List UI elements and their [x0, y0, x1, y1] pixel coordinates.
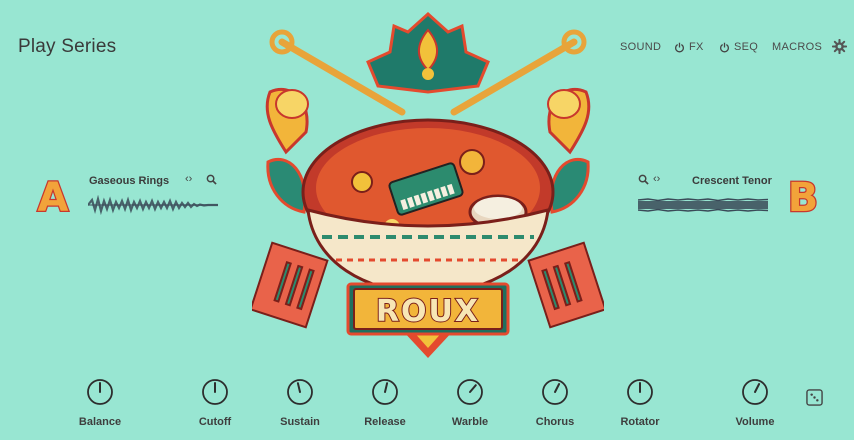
knob-volume[interactable] — [740, 377, 770, 407]
nav-sound-tab[interactable]: SOUND — [620, 41, 661, 53]
dice-icon[interactable] — [806, 389, 823, 406]
knob-chorus[interactable] — [540, 377, 570, 407]
knob-rotator[interactable] — [625, 377, 655, 407]
layer-b-badge: B — [780, 174, 826, 224]
search-icon[interactable] — [206, 174, 217, 185]
layer-a-badge: A — [30, 174, 76, 224]
knob-label: Cutoff — [198, 416, 232, 428]
roux-artwork: ROUX — [252, 12, 604, 358]
app-title: Play Series — [18, 36, 117, 57]
power-icon[interactable] — [719, 42, 730, 53]
roux-logo-text: ROUX — [376, 294, 480, 329]
layer-b-prev-next-icon[interactable]: ‹› — [653, 173, 660, 185]
gear-icon[interactable] — [832, 39, 847, 54]
knob-label: Release — [364, 416, 406, 428]
nav-fx-label: FX — [689, 41, 704, 53]
knob-label: Sustain — [280, 416, 320, 428]
knob-cutoff[interactable] — [200, 377, 230, 407]
nav-macros-tab[interactable]: MACROS — [772, 41, 822, 53]
knob-label: Rotator — [620, 416, 660, 428]
knob-warble[interactable] — [455, 377, 485, 407]
nav-fx-tab[interactable]: FX — [674, 41, 704, 53]
nav-seq-tab[interactable]: SEQ — [719, 41, 758, 53]
layer-b-letter: B — [788, 177, 819, 217]
knob-sustain[interactable] — [285, 377, 315, 407]
layer-a-waveform — [88, 195, 218, 215]
nav-sound-label: SOUND — [620, 41, 662, 53]
layer-a-prev-next-icon[interactable]: ‹› — [185, 173, 192, 185]
knob-label: Balance — [78, 416, 122, 428]
nav-seq-label: SEQ — [734, 41, 759, 53]
knob-label: Warble — [451, 416, 489, 428]
knob-balance[interactable] — [85, 377, 115, 407]
knob-label: Chorus — [535, 416, 575, 428]
layer-b-waveform — [638, 198, 768, 212]
knob-release[interactable] — [370, 377, 400, 407]
layer-a-preset-name[interactable]: Gaseous Rings — [89, 175, 169, 187]
layer-b-preset-name[interactable]: Crescent Tenor — [692, 175, 772, 187]
search-icon[interactable] — [638, 174, 649, 185]
power-icon[interactable] — [674, 42, 685, 53]
knob-label: Volume — [735, 416, 775, 428]
nav-macros-label: MACROS — [772, 41, 823, 53]
layer-a-letter: A — [38, 177, 69, 217]
